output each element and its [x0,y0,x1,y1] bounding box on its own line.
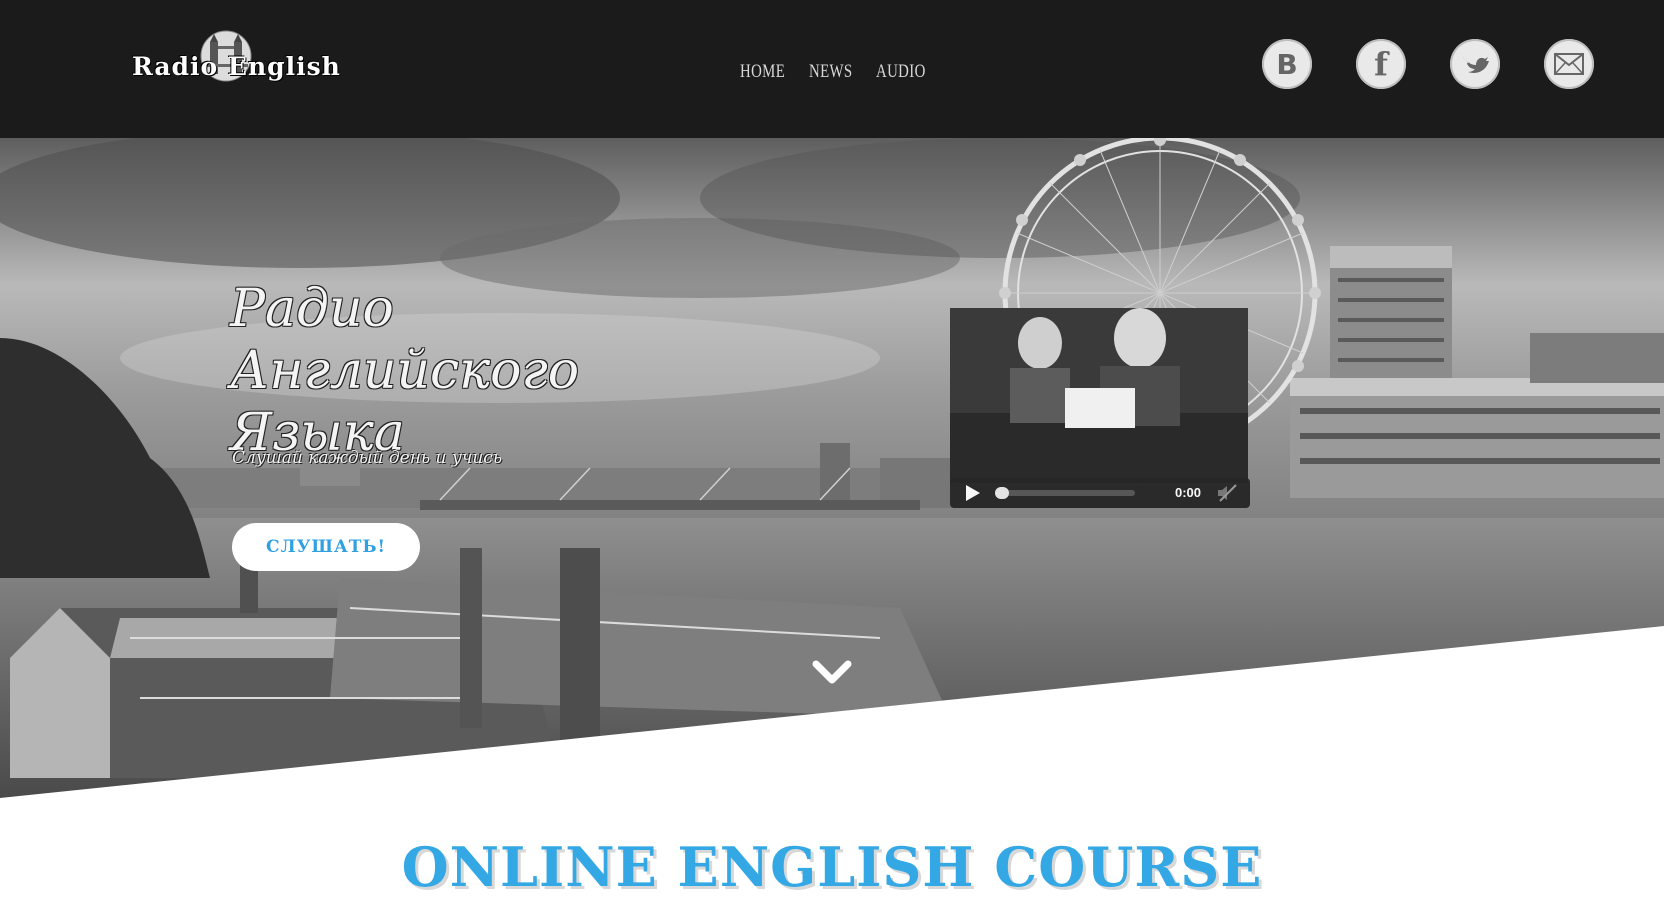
hero-title: Радио Английского Языка [230,279,580,463]
hero-section: Радио Английского Языка Слушай каждый де… [0,138,1664,798]
logo[interactable]: Radio English [132,28,362,88]
facebook-button[interactable]: f [1356,39,1406,89]
logo-text: Radio English [132,52,341,81]
course-title: ONLINE ENGLISH COURSE [401,835,1263,899]
chevron-down-icon[interactable] [812,658,852,688]
audio-progress-thumb[interactable] [995,487,1009,499]
vk-button[interactable]: B [1262,39,1312,89]
mail-icon [1554,53,1584,75]
main-nav: HOME NEWS AUDIO [740,61,930,83]
nav-home[interactable]: HOME [740,61,785,83]
audio-time: 0:00 [1175,485,1202,500]
audio-player: 0:00 [950,478,1250,508]
nav-news[interactable]: NEWS [809,61,853,83]
twitter-icon [1463,57,1489,73]
site-header: Radio English HOME NEWS AUDIO B f [0,0,1664,138]
audio-progress-bar[interactable] [995,487,1135,499]
nav-audio[interactable]: AUDIO [876,61,926,83]
london-thames-photo [0,138,1664,798]
email-button[interactable] [1544,39,1594,89]
twitter-button[interactable] [1450,39,1500,89]
listen-button[interactable]: СЛУШАТЬ! [232,523,420,571]
vk-icon: B [1276,47,1298,81]
mute-icon[interactable] [1216,483,1238,503]
hero-subtitle: Слушай каждый день и учись [232,448,503,468]
play-icon[interactable] [964,484,982,502]
facebook-icon: f [1374,45,1388,83]
